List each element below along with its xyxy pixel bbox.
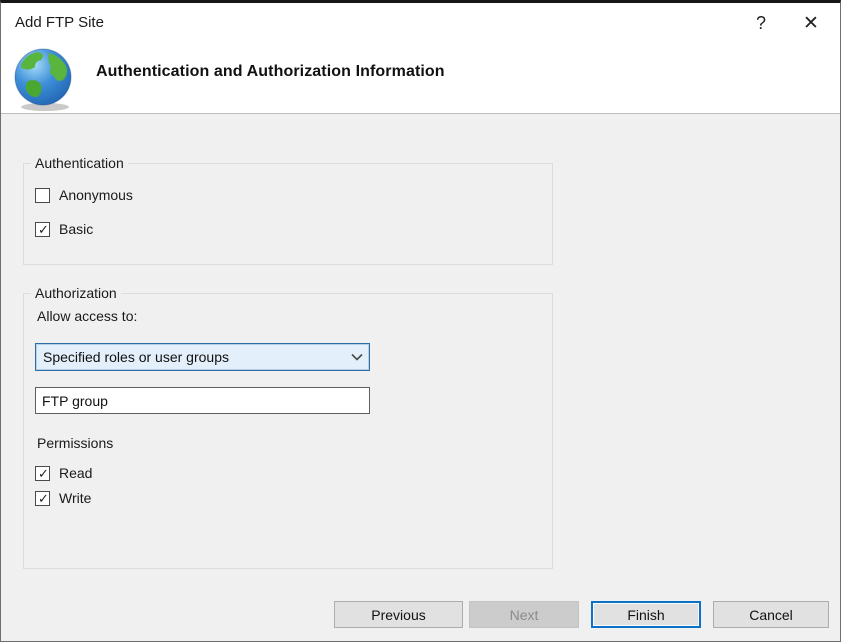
chevron-down-icon — [345, 353, 369, 361]
read-checkbox-row[interactable]: Read — [35, 464, 92, 482]
anonymous-checkbox[interactable] — [35, 187, 50, 203]
user-groups-input[interactable] — [35, 387, 370, 414]
permissions-label: Permissions — [37, 435, 114, 451]
basic-checkbox-row[interactable]: Basic — [35, 220, 93, 238]
write-checkbox-row[interactable]: Write — [35, 489, 91, 507]
basic-checkbox-label: Basic — [59, 221, 94, 237]
allow-access-label: Allow access to: — [37, 308, 138, 324]
allow-access-selected-value: Specified roles or user groups — [43, 349, 229, 365]
authorization-group-label: Authorization — [31, 285, 121, 301]
add-ftp-site-dialog: Add FTP Site ? ✕ Authentication and Auth… — [0, 0, 841, 642]
cancel-button[interactable]: Cancel — [713, 601, 829, 628]
page-title: Authentication and Authorization Informa… — [96, 63, 445, 80]
write-checkbox-label: Write — [59, 490, 92, 506]
authorization-group: Authorization Allow access to: Specified… — [23, 285, 553, 569]
allow-access-select[interactable]: Specified roles or user groups — [35, 343, 370, 371]
anonymous-checkbox-row[interactable]: Anonymous — [35, 186, 133, 204]
read-checkbox[interactable] — [35, 465, 51, 481]
write-checkbox[interactable] — [35, 490, 51, 506]
window-title: Add FTP Site — [15, 14, 104, 31]
anonymous-checkbox-label: Anonymous — [59, 187, 133, 203]
authentication-group-label: Authentication — [31, 155, 128, 171]
next-button[interactable]: Next — [469, 601, 579, 628]
globe-icon — [11, 46, 75, 112]
help-icon: ? — [755, 12, 766, 33]
close-icon: ✕ — [803, 12, 819, 34]
read-checkbox-label: Read — [59, 465, 93, 481]
authentication-group: Authentication Anonymous Basic — [23, 155, 553, 265]
previous-button[interactable]: Previous — [334, 601, 463, 628]
close-button[interactable]: ✕ — [798, 10, 824, 36]
dialog-header-area: Add FTP Site ? ✕ Authentication and Auth… — [1, 3, 840, 114]
basic-checkbox[interactable] — [35, 221, 51, 237]
finish-button[interactable]: Finish — [591, 601, 701, 628]
help-button[interactable]: ? — [748, 10, 774, 36]
